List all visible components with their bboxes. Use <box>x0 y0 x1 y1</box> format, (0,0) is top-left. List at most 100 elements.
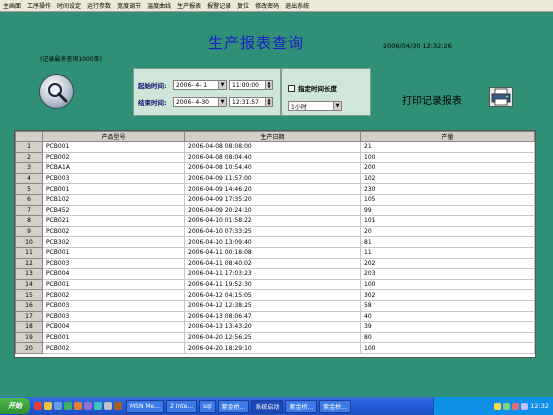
quick-launch-icon[interactable] <box>74 402 82 410</box>
end-time-picker[interactable]: 12:31:57 ▲ ▼ <box>229 97 273 107</box>
taskbar-button[interactable]: sql <box>199 399 216 413</box>
quick-launch-icon[interactable] <box>84 402 92 410</box>
table-cell: PCB021 <box>42 215 185 227</box>
table-cell: 2006-04-13 08:06:47 <box>184 310 361 323</box>
taskbar-button[interactable]: 紫金桥... <box>285 399 318 413</box>
print-report-label: 打印记录报表 <box>402 96 462 107</box>
chevron-down-icon[interactable]: ▼ <box>218 81 226 89</box>
table-row[interactable]: 13 PCB004 2006-04-11 17:03:23 203 <box>15 268 535 280</box>
spin-icon[interactable]: ▲ ▼ <box>265 98 272 106</box>
table-cell: 200 <box>360 162 535 174</box>
start-date-picker[interactable]: 2006- 4- 1 ▼ <box>173 80 227 90</box>
table-cell: PCB002 <box>42 289 185 301</box>
table-row[interactable]: 8 PCB021 2006-04-10 01:58:22 101 <box>15 215 535 227</box>
menu-item[interactable]: 温度曲线 <box>144 1 174 10</box>
row-index: 4 <box>15 172 43 185</box>
table-cell: 202 <box>360 257 535 270</box>
table-row[interactable]: 15 PCB002 2006-04-12 04:15:05 302 <box>15 289 535 301</box>
table-cell: 11 <box>360 246 535 259</box>
tray-icon[interactable] <box>521 402 529 410</box>
table-row[interactable]: 20 PCB002 2006-04-20 18:29:10 100 <box>15 342 535 354</box>
menu-item[interactable]: 运行参数 <box>84 1 114 10</box>
quick-launch-icon[interactable] <box>104 402 112 410</box>
query-magnifier-icon[interactable] <box>39 74 74 109</box>
menu-item[interactable]: 工序操作 <box>24 1 54 10</box>
fixed-interval-label: 指定时间长度 <box>298 85 337 93</box>
taskbar-button[interactable]: 紫金桥... <box>319 399 351 413</box>
table-row[interactable]: 10 PCB302 2006-04-10 13:09:40 81 <box>15 236 535 248</box>
menu-item[interactable]: 复位 <box>234 1 252 10</box>
table-cell: 2006-04-09 11:57:00 <box>184 172 361 185</box>
table-cell: 105 <box>360 193 535 206</box>
column-header: 产品型号 <box>42 131 185 142</box>
table-row[interactable]: 12 PCB003 2006-04-11 08:40:02 202 <box>15 257 535 270</box>
spin-icon[interactable]: ▲ ▼ <box>265 81 272 89</box>
table-cell: 21 <box>360 141 535 153</box>
row-index: 3 <box>15 162 43 174</box>
table-cell: 2006-04-08 08:08:00 <box>184 141 361 153</box>
table-row[interactable]: 6 PCB102 2006-04-09 17:35:20 105 <box>15 193 535 206</box>
table-cell: PCB001 <box>42 246 185 259</box>
row-index: 9 <box>15 225 43 238</box>
tray-icon[interactable] <box>512 402 520 410</box>
interval-select[interactable]: 1小时 ▼ <box>288 101 342 111</box>
table-row[interactable]: 4 PCB003 2006-04-09 11:57:00 102 <box>15 172 535 185</box>
table-row[interactable]: 3 PCBA1A 2006-04-08 10:54:40 200 <box>15 162 535 174</box>
table-cell: PCBA1A <box>42 162 185 174</box>
quick-launch-icon[interactable] <box>114 402 122 410</box>
table-row[interactable]: 18 PCB004 2006-04-13 13:43:20 39 <box>15 321 535 333</box>
table-row[interactable]: 17 PCB003 2006-04-13 08:06:47 40 <box>15 310 535 323</box>
start-button[interactable]: 开始 <box>0 398 30 414</box>
menu-item[interactable]: 主画面 <box>0 1 24 10</box>
table-cell: 230 <box>360 183 535 195</box>
table-row[interactable]: 2 PCB002 2006-04-08 08:04:40 100 <box>15 151 535 164</box>
start-time-value: 11:00:00 <box>232 81 259 89</box>
taskbar-button[interactable]: 2 Inte... <box>165 399 198 413</box>
table-row[interactable]: 5 PCB001 2006-04-09 14:46:20 230 <box>15 183 535 195</box>
table-row[interactable]: 14 PCB001 2006-04-11 19:52:30 100 <box>15 278 535 291</box>
table-cell: 2006-04-10 07:33:25 <box>184 225 361 238</box>
menu-item[interactable]: 生产报表 <box>174 1 204 10</box>
taskbar-button[interactable]: 紫金桥... <box>217 399 250 413</box>
end-date-picker[interactable]: 2006- 4-30 ▼ <box>173 97 227 107</box>
quick-launch-icon[interactable] <box>44 402 52 410</box>
table-cell: 2006-04-12 04:15:05 <box>184 289 361 301</box>
table-cell: 81 <box>360 236 535 248</box>
taskbar: 开始 MSN Me... 2 Inte... sql 紫金桥... 系统启动 紫金桥...… <box>0 397 553 415</box>
table-row[interactable]: 7 PCB452 2006-04-09 20:24:10 99 <box>15 204 535 217</box>
chevron-down-icon[interactable]: ▼ <box>333 102 341 110</box>
start-time-picker[interactable]: 11:00:00 ▲ ▼ <box>229 80 273 90</box>
quick-launch-icon[interactable] <box>34 402 42 410</box>
table-cell: 2006-04-13 13:43:20 <box>184 321 361 333</box>
table-cell: PCB002 <box>42 225 185 238</box>
quick-launch-icon[interactable] <box>94 402 102 410</box>
tray-icon[interactable] <box>503 402 511 410</box>
printer-button[interactable] <box>489 87 513 107</box>
menu-item[interactable]: 修改密码 <box>252 1 282 10</box>
table-row[interactable]: 16 PCB003 2006-04-12 12:38:25 58 <box>15 299 535 312</box>
fixed-interval-checkbox[interactable] <box>288 84 295 92</box>
table-row[interactable]: 9 PCB002 2006-04-10 07:33:25 20 <box>15 225 535 238</box>
quick-launch-icon[interactable] <box>64 402 72 410</box>
page-title: 生产报表查询 <box>208 34 305 52</box>
main-panel: 生产报表查询 2006/04/30 12:32:26 (记录最多查询1000条)… <box>0 12 553 397</box>
table-cell: PCB004 <box>42 268 185 280</box>
table-row[interactable]: 1 PCB001 2006-04-08 08:08:00 21 <box>15 141 535 153</box>
table-cell: 203 <box>360 268 535 280</box>
table-row[interactable]: 19 PCB001 2006-04-20 12:56:25 80 <box>15 331 535 344</box>
taskbar-button[interactable]: 系统启动 <box>251 399 284 413</box>
menu-item[interactable]: 报警记录 <box>204 1 234 10</box>
table-cell: 20 <box>360 225 535 238</box>
tray-icon[interactable] <box>494 402 502 410</box>
chevron-down-icon[interactable]: ▼ <box>218 98 226 106</box>
menu-item[interactable]: 时间设定 <box>54 1 84 10</box>
taskbar-button[interactable]: MSN Me... <box>126 399 164 413</box>
menu-item[interactable]: 退出系统 <box>282 1 312 10</box>
table-cell: 2006-04-09 17:35:20 <box>184 193 361 206</box>
row-index: 20 <box>15 342 43 354</box>
start-time-label: 起始时间: <box>138 82 167 90</box>
menu-item[interactable]: 宽度调节 <box>114 1 144 10</box>
table-row[interactable]: 11 PCB001 2006-04-11 00:18:08 11 <box>15 246 535 259</box>
table-cell: 102 <box>360 172 535 185</box>
quick-launch-icon[interactable] <box>54 402 62 410</box>
